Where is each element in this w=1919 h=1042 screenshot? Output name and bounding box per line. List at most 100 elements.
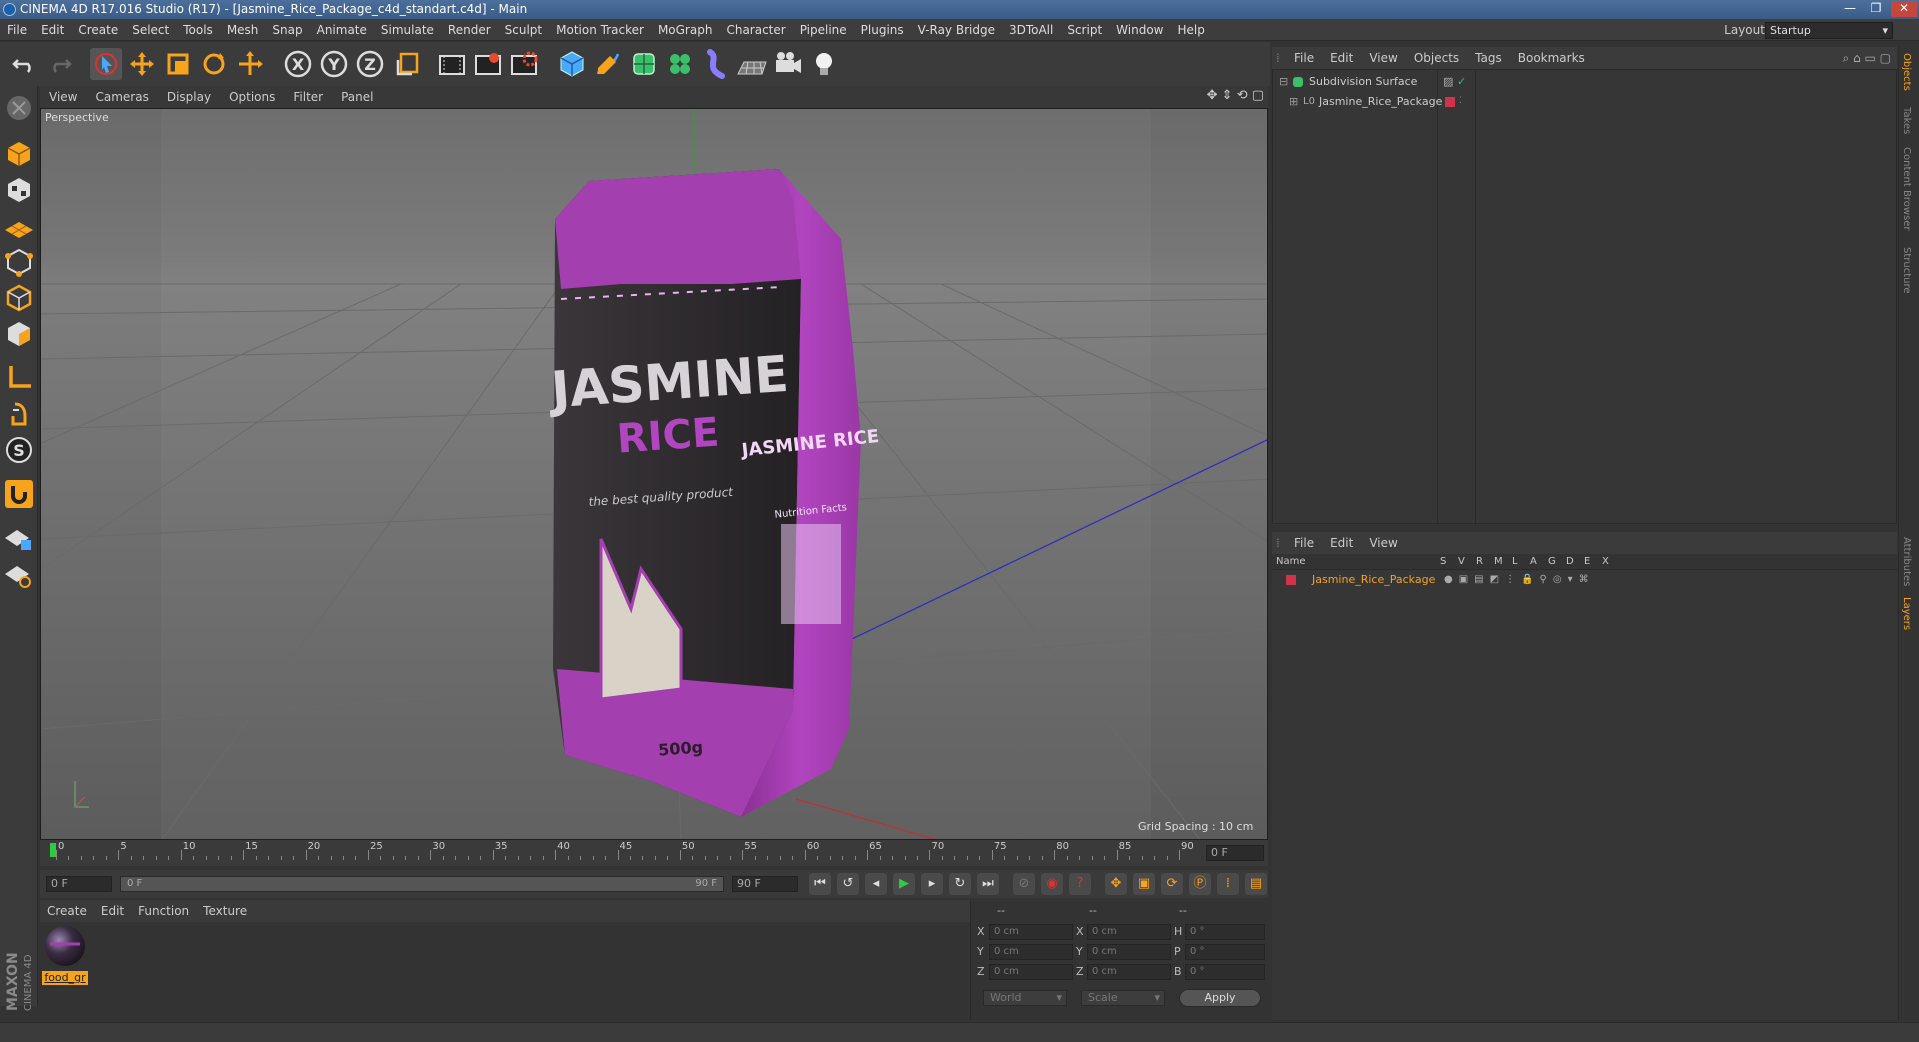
- layer-toggle-icons[interactable]: ●▣▤◩⋮🔒⚲◎▾⌘: [1444, 570, 1595, 589]
- tab-layers[interactable]: Layers: [1901, 597, 1912, 630]
- menu-character[interactable]: Character: [719, 19, 792, 41]
- size-x-field[interactable]: 0 cm: [1087, 924, 1171, 940]
- layer-menu-view[interactable]: View: [1361, 532, 1405, 554]
- timeline-ruler[interactable]: 0 5 10 15 20 25 30 35 40 45 50 55 60 65 70 75 80 85 90 0 F: [40, 840, 1268, 866]
- start-frame-field[interactable]: 0 F: [46, 876, 112, 892]
- rotation-h-field[interactable]: 0 °: [1185, 924, 1265, 940]
- record-rotation-icon[interactable]: ⟳: [1161, 873, 1183, 895]
- viewport-menu-cameras[interactable]: Cameras: [86, 86, 157, 108]
- z-axis-icon[interactable]: Z: [354, 48, 386, 80]
- close-button[interactable]: ✕: [1891, 1, 1917, 17]
- make-editable-icon[interactable]: [3, 92, 35, 124]
- minimize-button[interactable]: —: [1837, 1, 1863, 17]
- object-menu-bookmarks[interactable]: Bookmarks: [1510, 47, 1593, 69]
- record-parameter-icon[interactable]: Ⓟ: [1189, 873, 1211, 895]
- light-icon[interactable]: [808, 48, 840, 80]
- solo-mode-icon[interactable]: S: [3, 434, 35, 466]
- undo-icon[interactable]: [8, 48, 40, 80]
- menu-pipeline[interactable]: Pipeline: [793, 19, 854, 41]
- position-y-field[interactable]: 0 cm: [989, 944, 1073, 960]
- cube-object-icon[interactable]: [556, 48, 588, 80]
- material-menu-texture[interactable]: Texture: [196, 900, 254, 922]
- object-row-subdivision-surface[interactable]: ⊟ Subdivision Surface ▨ ✓: [1273, 72, 1898, 91]
- column-animation[interactable]: A: [1530, 554, 1537, 570]
- playhead-marker[interactable]: [50, 843, 56, 857]
- menu-3dtoall[interactable]: 3DToAll: [1002, 19, 1060, 41]
- column-expressions[interactable]: E: [1584, 554, 1590, 570]
- redo-icon[interactable]: [44, 48, 76, 80]
- enable-axis-icon[interactable]: [3, 362, 35, 394]
- record-keys-icon[interactable]: ⊘: [1013, 873, 1035, 895]
- go-to-next-key-icon[interactable]: ↻: [949, 873, 971, 895]
- position-x-field[interactable]: 0 cm: [989, 924, 1073, 940]
- object-menu-tags[interactable]: Tags: [1467, 47, 1510, 69]
- material-menu-edit[interactable]: Edit: [94, 900, 131, 922]
- texture-mode-icon[interactable]: [3, 174, 35, 206]
- menu-mograph[interactable]: MoGraph: [651, 19, 720, 41]
- record-position-icon[interactable]: ✥: [1105, 873, 1127, 895]
- coordinate-space-dropdown[interactable]: World ▾: [983, 990, 1067, 1006]
- keyframe-selection-icon[interactable]: ?: [1069, 873, 1091, 895]
- move-icon[interactable]: [126, 48, 158, 80]
- go-to-start-icon[interactable]: ⏮: [809, 873, 831, 895]
- apply-button[interactable]: Apply: [1179, 989, 1261, 1007]
- menu-create[interactable]: Create: [71, 19, 125, 41]
- layer-row[interactable]: Jasmine_Rice_Package ●▣▤◩⋮🔒⚲◎▾⌘: [1272, 570, 1897, 589]
- column-manager[interactable]: M: [1494, 554, 1503, 570]
- layer-tag-icon[interactable]: ▨: [1443, 72, 1453, 91]
- layer-color-swatch[interactable]: [1445, 97, 1455, 107]
- column-name[interactable]: Name: [1276, 554, 1306, 570]
- y-axis-icon[interactable]: Y: [318, 48, 350, 80]
- search-icon[interactable]: ⌕ ⌂ ▭ ▢: [1843, 47, 1891, 69]
- column-xref[interactable]: X: [1602, 554, 1609, 570]
- model-mode-icon[interactable]: [3, 138, 35, 170]
- object-menu-objects[interactable]: Objects: [1406, 47, 1467, 69]
- go-to-previous-frame-icon[interactable]: ◂: [865, 873, 887, 895]
- go-to-end-icon[interactable]: ⏭: [977, 873, 999, 895]
- snap-magnet-icon[interactable]: [3, 478, 35, 510]
- viewport-menu-options[interactable]: Options: [220, 86, 284, 108]
- layer-menu-edit[interactable]: Edit: [1322, 532, 1361, 554]
- menu-file[interactable]: File: [0, 19, 34, 41]
- viewport-menu-view[interactable]: View: [40, 86, 86, 108]
- current-frame-field[interactable]: 0 F: [1206, 845, 1264, 861]
- material-menu-function[interactable]: Function: [131, 900, 196, 922]
- layout-dropdown[interactable]: Startup ▾: [1765, 22, 1893, 39]
- tab-attributes[interactable]: Attributes: [1901, 537, 1912, 586]
- cloner-icon[interactable]: [664, 48, 696, 80]
- live-selection-icon[interactable]: [90, 48, 122, 80]
- layer-menu-file[interactable]: File: [1286, 532, 1322, 554]
- menu-tools[interactable]: Tools: [176, 19, 220, 41]
- column-render[interactable]: R: [1476, 554, 1483, 570]
- rotation-p-field[interactable]: 0 °: [1185, 944, 1265, 960]
- viewport-menu-display[interactable]: Display: [158, 86, 220, 108]
- menu-vray-bridge[interactable]: V-Ray Bridge: [911, 19, 1002, 41]
- viewport-menu-filter[interactable]: Filter: [284, 86, 332, 108]
- go-to-next-frame-icon[interactable]: ▸: [921, 873, 943, 895]
- menu-window[interactable]: Window: [1109, 19, 1170, 41]
- size-z-field[interactable]: 0 cm: [1087, 964, 1171, 980]
- menu-mesh[interactable]: Mesh: [220, 19, 266, 41]
- record-scale-icon[interactable]: ▣: [1133, 873, 1155, 895]
- viewport-menu-panel[interactable]: Panel: [332, 86, 382, 108]
- locked-workplane-icon[interactable]: [3, 522, 35, 554]
- tab-content-browser[interactable]: Content Browser: [1901, 147, 1912, 230]
- menu-sculpt[interactable]: Sculpt: [498, 19, 549, 41]
- deformer-icon[interactable]: [700, 48, 732, 80]
- points-mode-icon[interactable]: [3, 246, 35, 278]
- edges-mode-icon[interactable]: [3, 282, 35, 314]
- preview-range-slider[interactable]: 0 F 90 F: [120, 876, 724, 892]
- autokeying-icon[interactable]: ◉: [1041, 873, 1063, 895]
- workplane-mode-icon[interactable]: [3, 210, 35, 242]
- material-menu-create[interactable]: Create: [40, 900, 94, 922]
- tab-structure[interactable]: Structure: [1901, 247, 1912, 294]
- menu-snap[interactable]: Snap: [265, 19, 309, 41]
- menu-edit[interactable]: Edit: [34, 19, 71, 41]
- tweak-mode-icon[interactable]: [3, 398, 35, 430]
- go-to-previous-key-icon[interactable]: ↺: [837, 873, 859, 895]
- record-point-level-icon[interactable]: ⁞: [1217, 873, 1239, 895]
- object-menu-view[interactable]: View: [1361, 47, 1405, 69]
- coordinate-system-icon[interactable]: [392, 48, 424, 80]
- maximize-button[interactable]: ❐: [1863, 1, 1889, 17]
- rotation-b-field[interactable]: 0 °: [1185, 964, 1265, 980]
